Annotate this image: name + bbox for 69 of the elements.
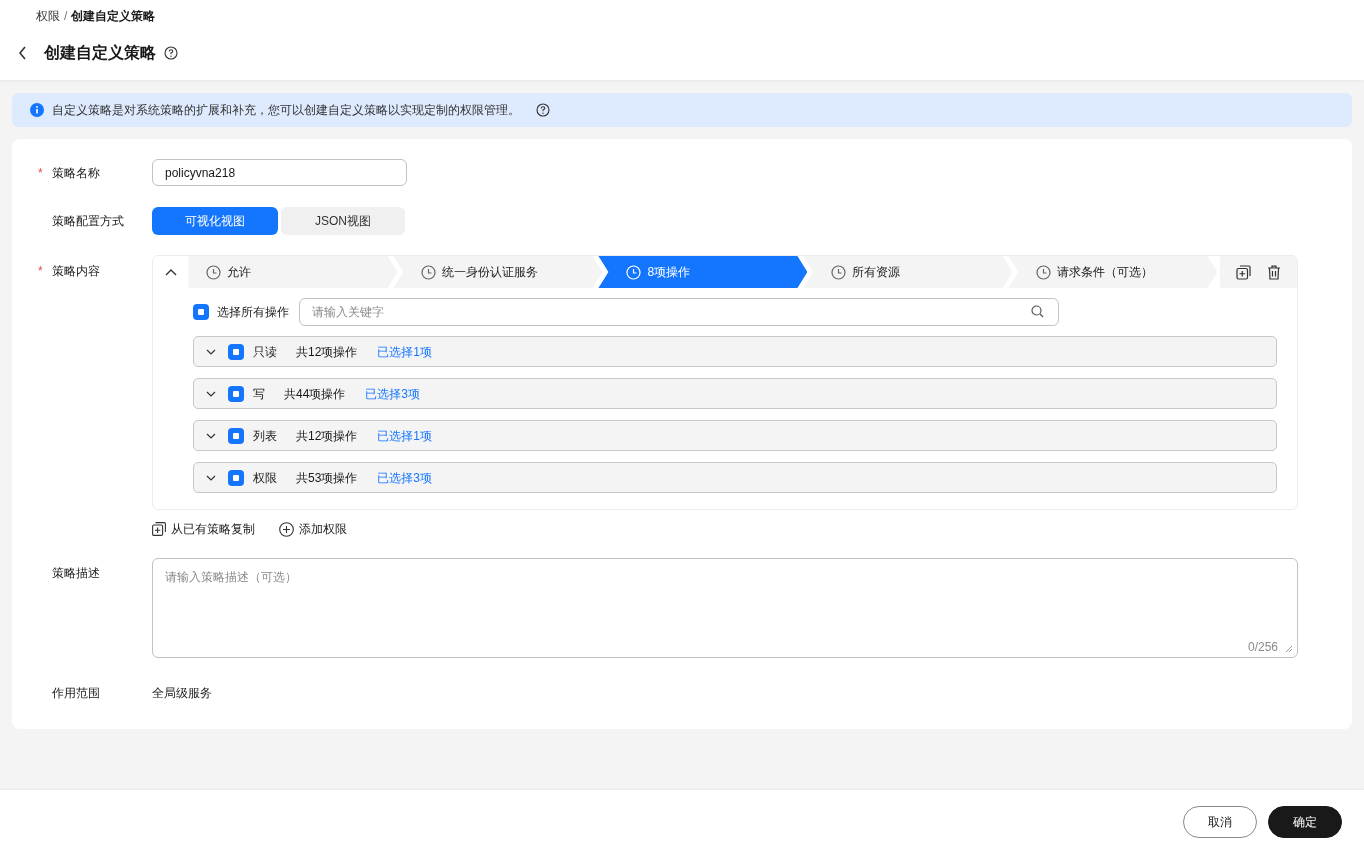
clock-icon — [626, 264, 642, 280]
breadcrumb-separator: / — [64, 8, 68, 25]
checkbox[interactable] — [228, 385, 244, 402]
total-count: 共12项操作 — [296, 427, 358, 445]
page-title: 创建自定义策略 — [44, 43, 156, 63]
required-mark: * — [38, 164, 44, 182]
chevron-up-icon[interactable] — [164, 268, 177, 276]
select-all-label[interactable]: 选择所有操作 — [217, 303, 299, 321]
checkbox[interactable] — [193, 304, 209, 320]
character-counter: 0/256 — [1247, 639, 1278, 656]
copy-icon[interactable] — [1236, 264, 1252, 280]
info-text: 自定义策略是对系统策略的扩展和补充，您可以创建自定义策略以实现定制的权限管理。 — [52, 102, 520, 119]
step-tab[interactable]: 所有资源 — [803, 256, 1013, 288]
total-count: 共44项操作 — [284, 385, 346, 403]
scope-value: 全局级服务 — [152, 685, 212, 702]
field-label: 策略描述 — [52, 565, 100, 582]
back-icon[interactable] — [18, 46, 28, 60]
group-name: 写 — [253, 385, 265, 403]
clock-icon — [831, 264, 847, 280]
add-icon — [279, 521, 294, 537]
add-permission-link[interactable]: 添加权限 — [279, 520, 347, 538]
search-icon[interactable] — [1031, 305, 1044, 318]
chevron-down-icon[interactable] — [206, 432, 216, 439]
field-label: 策略名称 — [52, 164, 100, 182]
action-group-row[interactable]: 权限 共53项操作 已选择3项 — [193, 462, 1277, 493]
delete-icon[interactable] — [1267, 264, 1282, 280]
help-icon[interactable] — [164, 46, 178, 60]
field-label: 策略配置方式 — [52, 213, 124, 230]
step-tab[interactable]: 8项操作 — [598, 256, 808, 288]
chevron-down-icon[interactable] — [206, 390, 216, 397]
group-name: 权限 — [253, 469, 277, 487]
step-tab[interactable]: 允许 — [188, 256, 398, 288]
action-group-row[interactable]: 列表 共12项操作 已选择1项 — [193, 420, 1277, 451]
step-tab[interactable]: 请求条件（可选） — [1008, 256, 1218, 288]
clock-icon — [421, 264, 437, 280]
breadcrumb-link[interactable]: 权限 — [36, 7, 60, 25]
help-icon[interactable] — [536, 103, 550, 117]
name-input[interactable]: policyvna218 — [152, 159, 407, 186]
chevron-down-icon[interactable] — [206, 348, 216, 355]
search-field[interactable]: 请输入关键字 — [299, 298, 1059, 326]
action-group-row[interactable]: 只读 共12项操作 已选择1项 — [193, 336, 1277, 367]
copy-policy-link[interactable]: 从已有策略复制 — [152, 520, 255, 538]
field-label: 策略内容 — [52, 263, 100, 280]
selected-count: 已选择3项 — [365, 385, 421, 403]
clock-icon — [206, 264, 222, 280]
checkbox[interactable] — [228, 469, 244, 486]
checkbox[interactable] — [228, 343, 244, 360]
action-group-row[interactable]: 写 共44项操作 已选择3项 — [193, 378, 1277, 409]
confirm-button[interactable]: 确定 — [1268, 805, 1342, 838]
view-toggle-button[interactable]: JSON视图 — [281, 207, 405, 235]
selected-count: 已选择1项 — [377, 427, 433, 445]
checkbox[interactable] — [228, 427, 244, 444]
breadcrumb-current: 创建自定义策略 — [71, 8, 156, 25]
info-icon — [30, 103, 44, 117]
copy-icon — [152, 522, 166, 536]
step-tab[interactable]: 统一身份认证服务 — [393, 256, 603, 288]
selected-count: 已选择3项 — [377, 469, 433, 487]
group-name: 列表 — [253, 427, 277, 445]
selected-count: 已选择1项 — [377, 343, 433, 361]
required-mark: * — [38, 263, 44, 280]
resize-handle-icon[interactable] — [1285, 645, 1293, 653]
clock-icon — [1036, 264, 1052, 280]
field-label: 作用范围 — [52, 685, 100, 702]
cancel-button[interactable]: 取消 — [1183, 805, 1257, 838]
group-name: 只读 — [253, 343, 277, 361]
view-toggle-button[interactable]: 可视化视图 — [152, 207, 278, 235]
total-count: 共53项操作 — [296, 469, 358, 487]
chevron-down-icon[interactable] — [206, 474, 216, 481]
total-count: 共12项操作 — [296, 343, 358, 361]
